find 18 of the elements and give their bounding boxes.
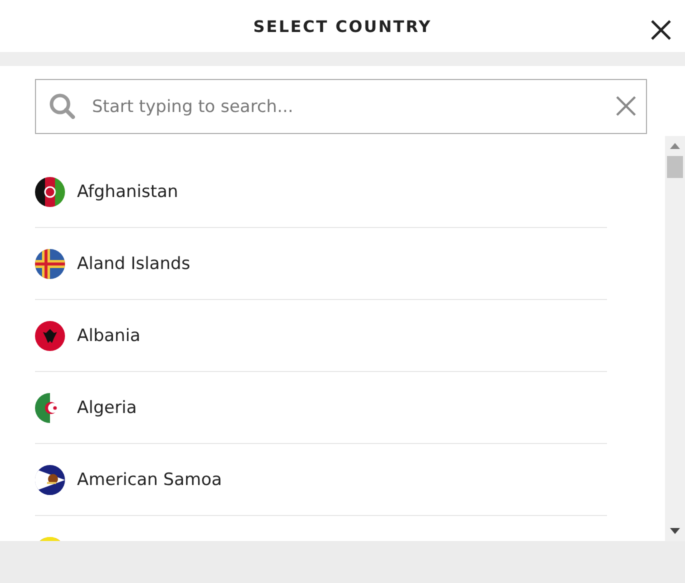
dialog-title: SELECT COUNTRY	[253, 16, 432, 36]
search-icon	[49, 93, 75, 119]
flag-icon	[35, 320, 65, 350]
country-item[interactable]: Albania	[35, 300, 607, 372]
scroll-thumb[interactable]	[667, 156, 683, 178]
clear-button[interactable]	[615, 95, 637, 117]
flag-icon	[35, 248, 65, 278]
close-button[interactable]	[649, 18, 673, 42]
scrollbar[interactable]	[665, 136, 685, 541]
scroll-up-icon[interactable]	[670, 143, 680, 149]
country-item[interactable]: American Samoa	[35, 444, 607, 516]
flag-icon	[35, 176, 65, 206]
search-field[interactable]: Start typing to search...	[35, 79, 647, 134]
country-item[interactable]: Algeria	[35, 372, 607, 444]
flag-icon	[35, 464, 65, 494]
country-item[interactable]: Afghanistan	[35, 156, 607, 228]
country-item[interactable]: Aland Islands	[35, 228, 607, 300]
scroll-down-icon[interactable]	[670, 528, 680, 534]
